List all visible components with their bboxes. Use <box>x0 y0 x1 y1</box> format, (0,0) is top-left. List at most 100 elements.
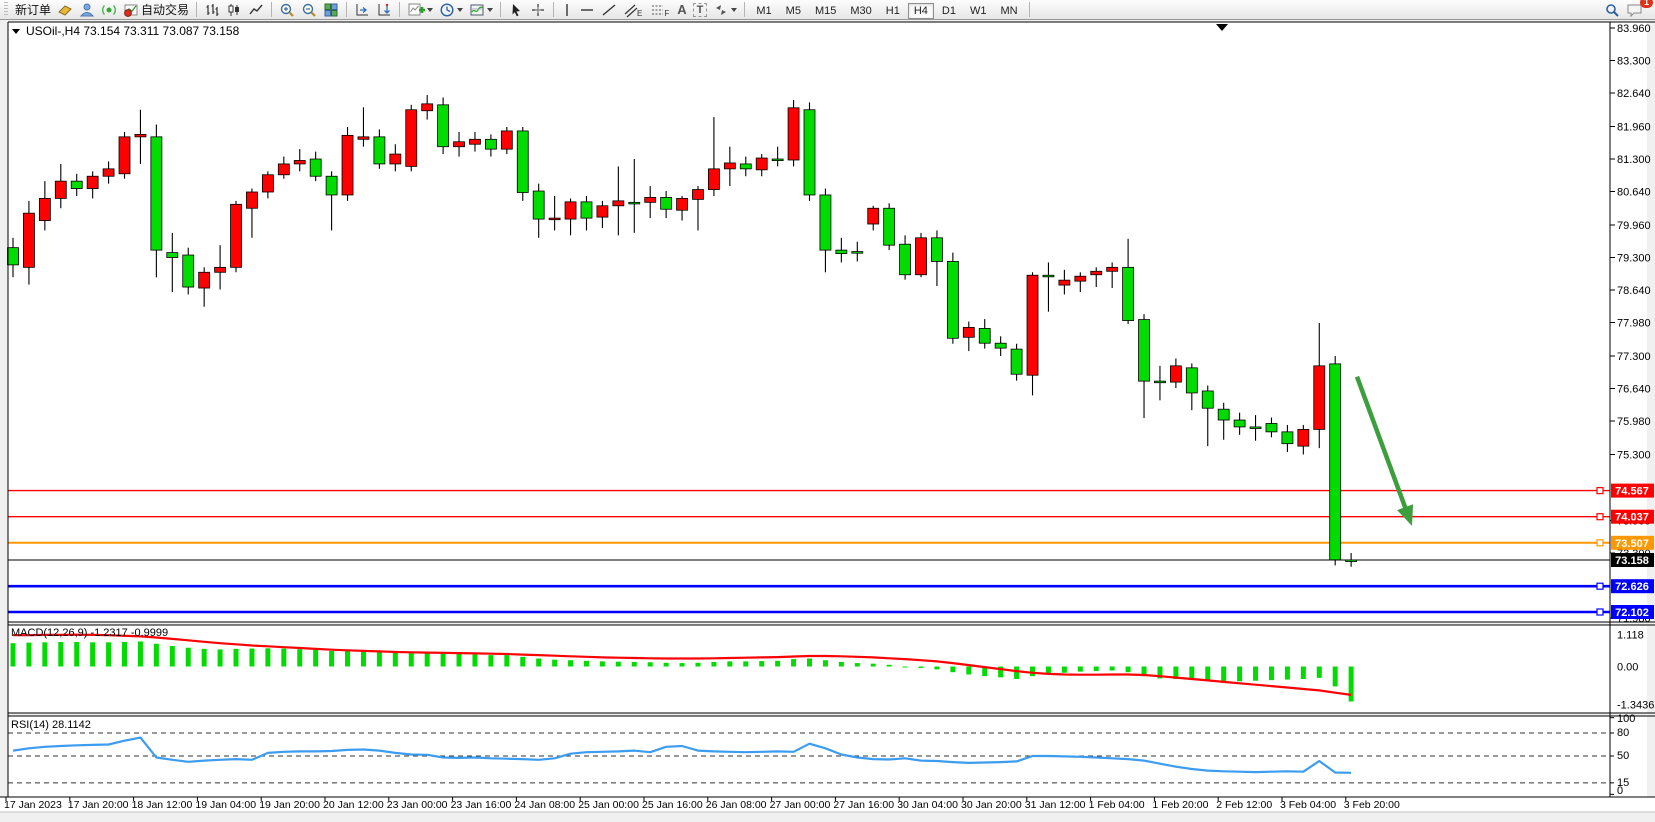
zoom-out-icon[interactable] <box>298 1 320 19</box>
macd-bar <box>1317 667 1322 678</box>
vertical-line-icon[interactable] <box>558 1 576 19</box>
time-axis-label: 23 Jan 16:00 <box>451 799 512 811</box>
timeframe-button-M5[interactable]: M5 <box>780 3 807 19</box>
price-axis-label: 81.300 <box>1617 154 1651 166</box>
macd-bar <box>472 655 477 667</box>
macd-bar <box>74 642 79 666</box>
macd-bar <box>425 652 430 667</box>
indicators-icon[interactable] <box>404 1 436 19</box>
toolbar-separator <box>1029 2 1030 17</box>
chart-info-line: USOil-,H4 73.154 73.311 73.087 73.158 <box>26 24 240 38</box>
accounts-icon[interactable] <box>76 1 98 19</box>
zoom-in-icon[interactable] <box>276 1 298 19</box>
timeframe-button-H4[interactable]: H4 <box>908 3 934 19</box>
toolbar-separator <box>744 2 745 17</box>
crosshair-icon[interactable] <box>527 1 549 19</box>
price-axis-label: 77.300 <box>1617 351 1651 363</box>
signals-icon[interactable] <box>98 1 120 19</box>
time-axis-label: 26 Jan 08:00 <box>706 799 767 811</box>
candle <box>517 127 528 201</box>
fibonacci-icon[interactable]: F <box>647 1 674 19</box>
chart-autoscroll-icon[interactable] <box>373 1 395 19</box>
macd-bar <box>1094 667 1099 672</box>
macd-bar <box>90 642 95 666</box>
line-handle[interactable] <box>1597 540 1603 546</box>
macd-bar <box>265 648 270 666</box>
timeframe-button-MN[interactable]: MN <box>994 3 1023 19</box>
search-icon[interactable] <box>1601 1 1623 19</box>
text-label-icon[interactable]: T <box>690 1 711 19</box>
line-chart-icon[interactable] <box>245 1 267 19</box>
macd-bar <box>568 660 573 666</box>
line-handle[interactable] <box>1597 514 1603 520</box>
macd-bar <box>361 651 366 667</box>
line-handle[interactable] <box>1597 609 1603 615</box>
macd-bar <box>711 662 716 667</box>
bar-chart-icon[interactable] <box>201 1 223 19</box>
timeframe-button-M1[interactable]: M1 <box>750 3 777 19</box>
toolbar-separator <box>553 2 554 17</box>
time-axis-label: 27 Jan 00:00 <box>770 799 831 811</box>
macd-bar <box>488 655 493 666</box>
order-icon[interactable] <box>54 1 76 19</box>
periods-icon[interactable] <box>436 1 466 19</box>
trendline-icon[interactable] <box>598 1 620 19</box>
time-axis-label: 24 Jan 08:00 <box>514 799 575 811</box>
macd-bar <box>1126 667 1131 673</box>
line-handle[interactable] <box>1597 583 1603 589</box>
chart-shift-icon[interactable] <box>351 1 373 19</box>
price-axis-label: 83.300 <box>1617 56 1651 68</box>
macd-bar <box>1110 667 1115 671</box>
price-tag-label: 74.037 <box>1615 512 1649 524</box>
candle <box>406 105 417 171</box>
macd-bar <box>1221 667 1226 682</box>
horizontal-line-icon[interactable] <box>576 1 598 19</box>
chevron-down-icon[interactable] <box>427 8 433 12</box>
price-axis-label: 79.960 <box>1617 220 1651 232</box>
chevron-down-icon[interactable] <box>457 8 463 12</box>
macd-bar <box>903 667 908 668</box>
macd-bar <box>1269 667 1274 681</box>
text-icon[interactable]: A <box>674 1 689 19</box>
macd-label: MACD(12,26,9) -1.2317 -0.9999 <box>11 627 168 639</box>
macd-bar <box>871 664 876 667</box>
chart-canvas[interactable]: 83.96083.30082.64081.96081.30080.64079.9… <box>0 0 1655 822</box>
macd-plot-area[interactable] <box>8 625 1647 713</box>
macd-bar <box>1030 667 1035 677</box>
time-axis-label: 17 Jan 20:00 <box>68 799 129 811</box>
macd-bar <box>441 653 446 667</box>
cursor-icon[interactable] <box>505 1 527 19</box>
main-plot-area[interactable] <box>8 22 1647 622</box>
macd-bar <box>839 662 844 667</box>
macd-bar <box>409 652 414 666</box>
templates-icon[interactable] <box>466 1 496 19</box>
timeframe-button-M30[interactable]: M30 <box>844 3 877 19</box>
line-handle[interactable] <box>1597 488 1603 494</box>
autotrade-button[interactable]: 自动交易 <box>120 1 192 19</box>
macd-bar <box>919 667 924 668</box>
chevron-down-icon[interactable] <box>731 8 737 12</box>
equidistant-channel-icon[interactable]: E <box>620 1 647 19</box>
macd-bar <box>138 641 143 666</box>
chat-icon[interactable]: 1 <box>1623 1 1647 19</box>
time-axis-label: 25 Jan 00:00 <box>578 799 639 811</box>
timeframe-button-W1[interactable]: W1 <box>964 3 993 19</box>
time-axis-label: 1 Feb 20:00 <box>1152 799 1208 811</box>
macd-bar <box>218 649 223 666</box>
candle-chart-icon[interactable] <box>223 1 245 19</box>
time-axis-label: 20 Jan 12:00 <box>323 799 384 811</box>
macd-bar <box>1333 667 1338 687</box>
macd-bar <box>600 661 605 666</box>
macd-axis-label: 1.118 <box>1617 630 1644 642</box>
new-order-button[interactable]: 新订单 <box>10 1 54 19</box>
tile-windows-icon[interactable] <box>320 1 342 19</box>
timeframe-button-M15[interactable]: M15 <box>809 3 842 19</box>
timeframe-button-H1[interactable]: H1 <box>880 3 906 19</box>
timeframe-button-D1[interactable]: D1 <box>936 3 962 19</box>
toolbar-separator <box>196 2 197 17</box>
macd-bar <box>855 663 860 666</box>
arrows-icon[interactable] <box>710 1 740 19</box>
chevron-down-icon[interactable] <box>487 8 493 12</box>
candle <box>804 102 815 200</box>
time-axis-label: 27 Jan 16:00 <box>833 799 894 811</box>
